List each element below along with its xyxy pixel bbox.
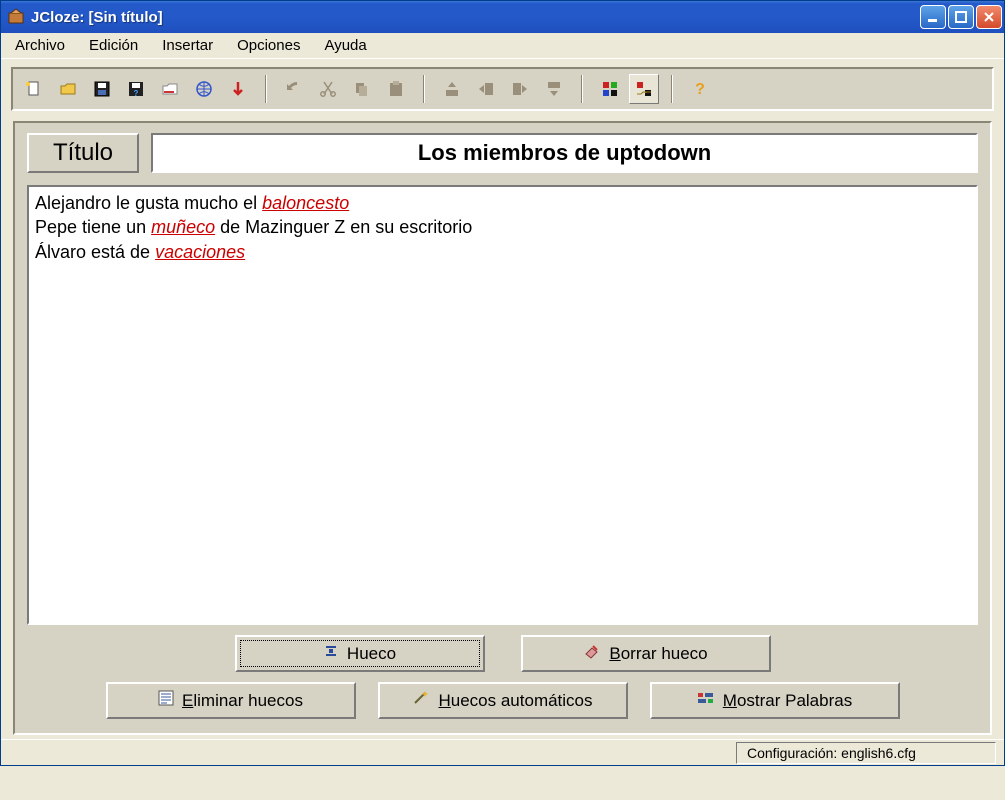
main-panel: Título Alejandro le gusta mucho el balon… [13, 121, 992, 735]
button-area: Hueco Borrar hueco Eliminar huecos Hueco… [27, 635, 978, 719]
new-file-icon[interactable] [19, 74, 49, 104]
editor-text: de Mazinguer Z en su escritorio [215, 217, 472, 237]
menu-edicion[interactable]: Edición [79, 35, 148, 56]
toolbar-separator [671, 75, 673, 103]
undo-icon[interactable] [279, 74, 309, 104]
menu-insertar[interactable]: Insertar [152, 35, 223, 56]
insert-object-icon[interactable] [223, 74, 253, 104]
editor-text: Alejandro le gusta mucho el [35, 193, 262, 213]
gap-word[interactable]: muñeco [151, 217, 215, 237]
menubar: Archivo Edición Insertar Opciones Ayuda [1, 33, 1004, 59]
wand-icon [412, 690, 430, 711]
editor-line: Pepe tiene un muñeco de Mazinguer Z en s… [35, 215, 970, 239]
editor-line: Álvaro está de vacaciones [35, 240, 970, 264]
eraser-icon [583, 643, 601, 664]
open-file-icon[interactable] [53, 74, 83, 104]
menu-archivo[interactable]: Archivo [5, 35, 75, 56]
window-controls [920, 5, 1002, 29]
app-window: JCloze: [Sin título] Archivo Edición Ins… [0, 0, 1005, 766]
window-title: JCloze: [Sin título] [31, 9, 920, 26]
statusbar: Configuración: english6.cfg [1, 739, 1004, 765]
toolbar-separator [265, 75, 267, 103]
borrar-hueco-button[interactable]: Borrar hueco [521, 635, 771, 672]
maximize-button[interactable] [948, 5, 974, 29]
status-config: Configuración: english6.cfg [736, 742, 996, 764]
app-icon [7, 8, 25, 26]
menu-opciones[interactable]: Opciones [227, 35, 310, 56]
move-up-icon[interactable] [437, 74, 467, 104]
toolbar-separator [581, 75, 583, 103]
cut-icon[interactable] [313, 74, 343, 104]
eliminar-huecos-button[interactable]: Eliminar huecos [106, 682, 356, 719]
move-down-icon[interactable] [539, 74, 569, 104]
content-area: Título Alejandro le gusta mucho el balon… [1, 117, 1004, 739]
mostrar-palabras-button[interactable]: Mostrar Palabras [650, 682, 900, 719]
paste-icon[interactable] [381, 74, 411, 104]
button-label: Hueco [347, 644, 396, 664]
move-left-icon[interactable] [471, 74, 501, 104]
copy-icon[interactable] [347, 74, 377, 104]
title-input[interactable] [151, 133, 978, 173]
list-icon [158, 690, 174, 711]
huecos-automaticos-button[interactable]: Huecos automáticos [378, 682, 628, 719]
titulo-label: Título [27, 133, 139, 173]
button-label: Huecos automáticos [438, 691, 592, 711]
save-icon[interactable] [87, 74, 117, 104]
button-label: Mostrar Palabras [723, 691, 852, 711]
minimize-button[interactable] [920, 5, 946, 29]
toolbar-area: ? ? [1, 59, 1004, 117]
append-file-icon[interactable] [155, 74, 185, 104]
title-row: Título [27, 133, 978, 173]
close-button[interactable] [976, 5, 1002, 29]
move-right-icon[interactable] [505, 74, 535, 104]
button-row-2: Eliminar huecos Huecos automáticos Mostr… [27, 682, 978, 719]
button-row-1: Hueco Borrar hueco [27, 635, 978, 672]
show-words-icon [697, 690, 715, 711]
menu-ayuda[interactable]: Ayuda [314, 35, 376, 56]
toolbar-separator [423, 75, 425, 103]
button-label: Borrar hueco [609, 644, 707, 664]
svg-text:?: ? [134, 89, 139, 98]
gap-icon [323, 643, 339, 664]
editor-text: Álvaro está de [35, 242, 155, 262]
hueco-button[interactable]: Hueco [235, 635, 485, 672]
toolbar: ? ? [11, 67, 994, 111]
config-colors-icon[interactable] [595, 74, 625, 104]
save-as-icon[interactable]: ? [121, 74, 151, 104]
button-label: Eliminar huecos [182, 691, 303, 711]
config-output-icon[interactable] [629, 74, 659, 104]
editor-text: Pepe tiene un [35, 217, 151, 237]
help-icon[interactable]: ? [685, 74, 715, 104]
editor-line: Alejandro le gusta mucho el baloncesto [35, 191, 970, 215]
svg-text:?: ? [695, 81, 705, 98]
gap-word[interactable]: baloncesto [262, 193, 349, 213]
text-editor[interactable]: Alejandro le gusta mucho el baloncesto P… [27, 185, 978, 625]
gap-word[interactable]: vacaciones [155, 242, 245, 262]
export-web-icon[interactable] [189, 74, 219, 104]
titlebar: JCloze: [Sin título] [1, 1, 1004, 33]
